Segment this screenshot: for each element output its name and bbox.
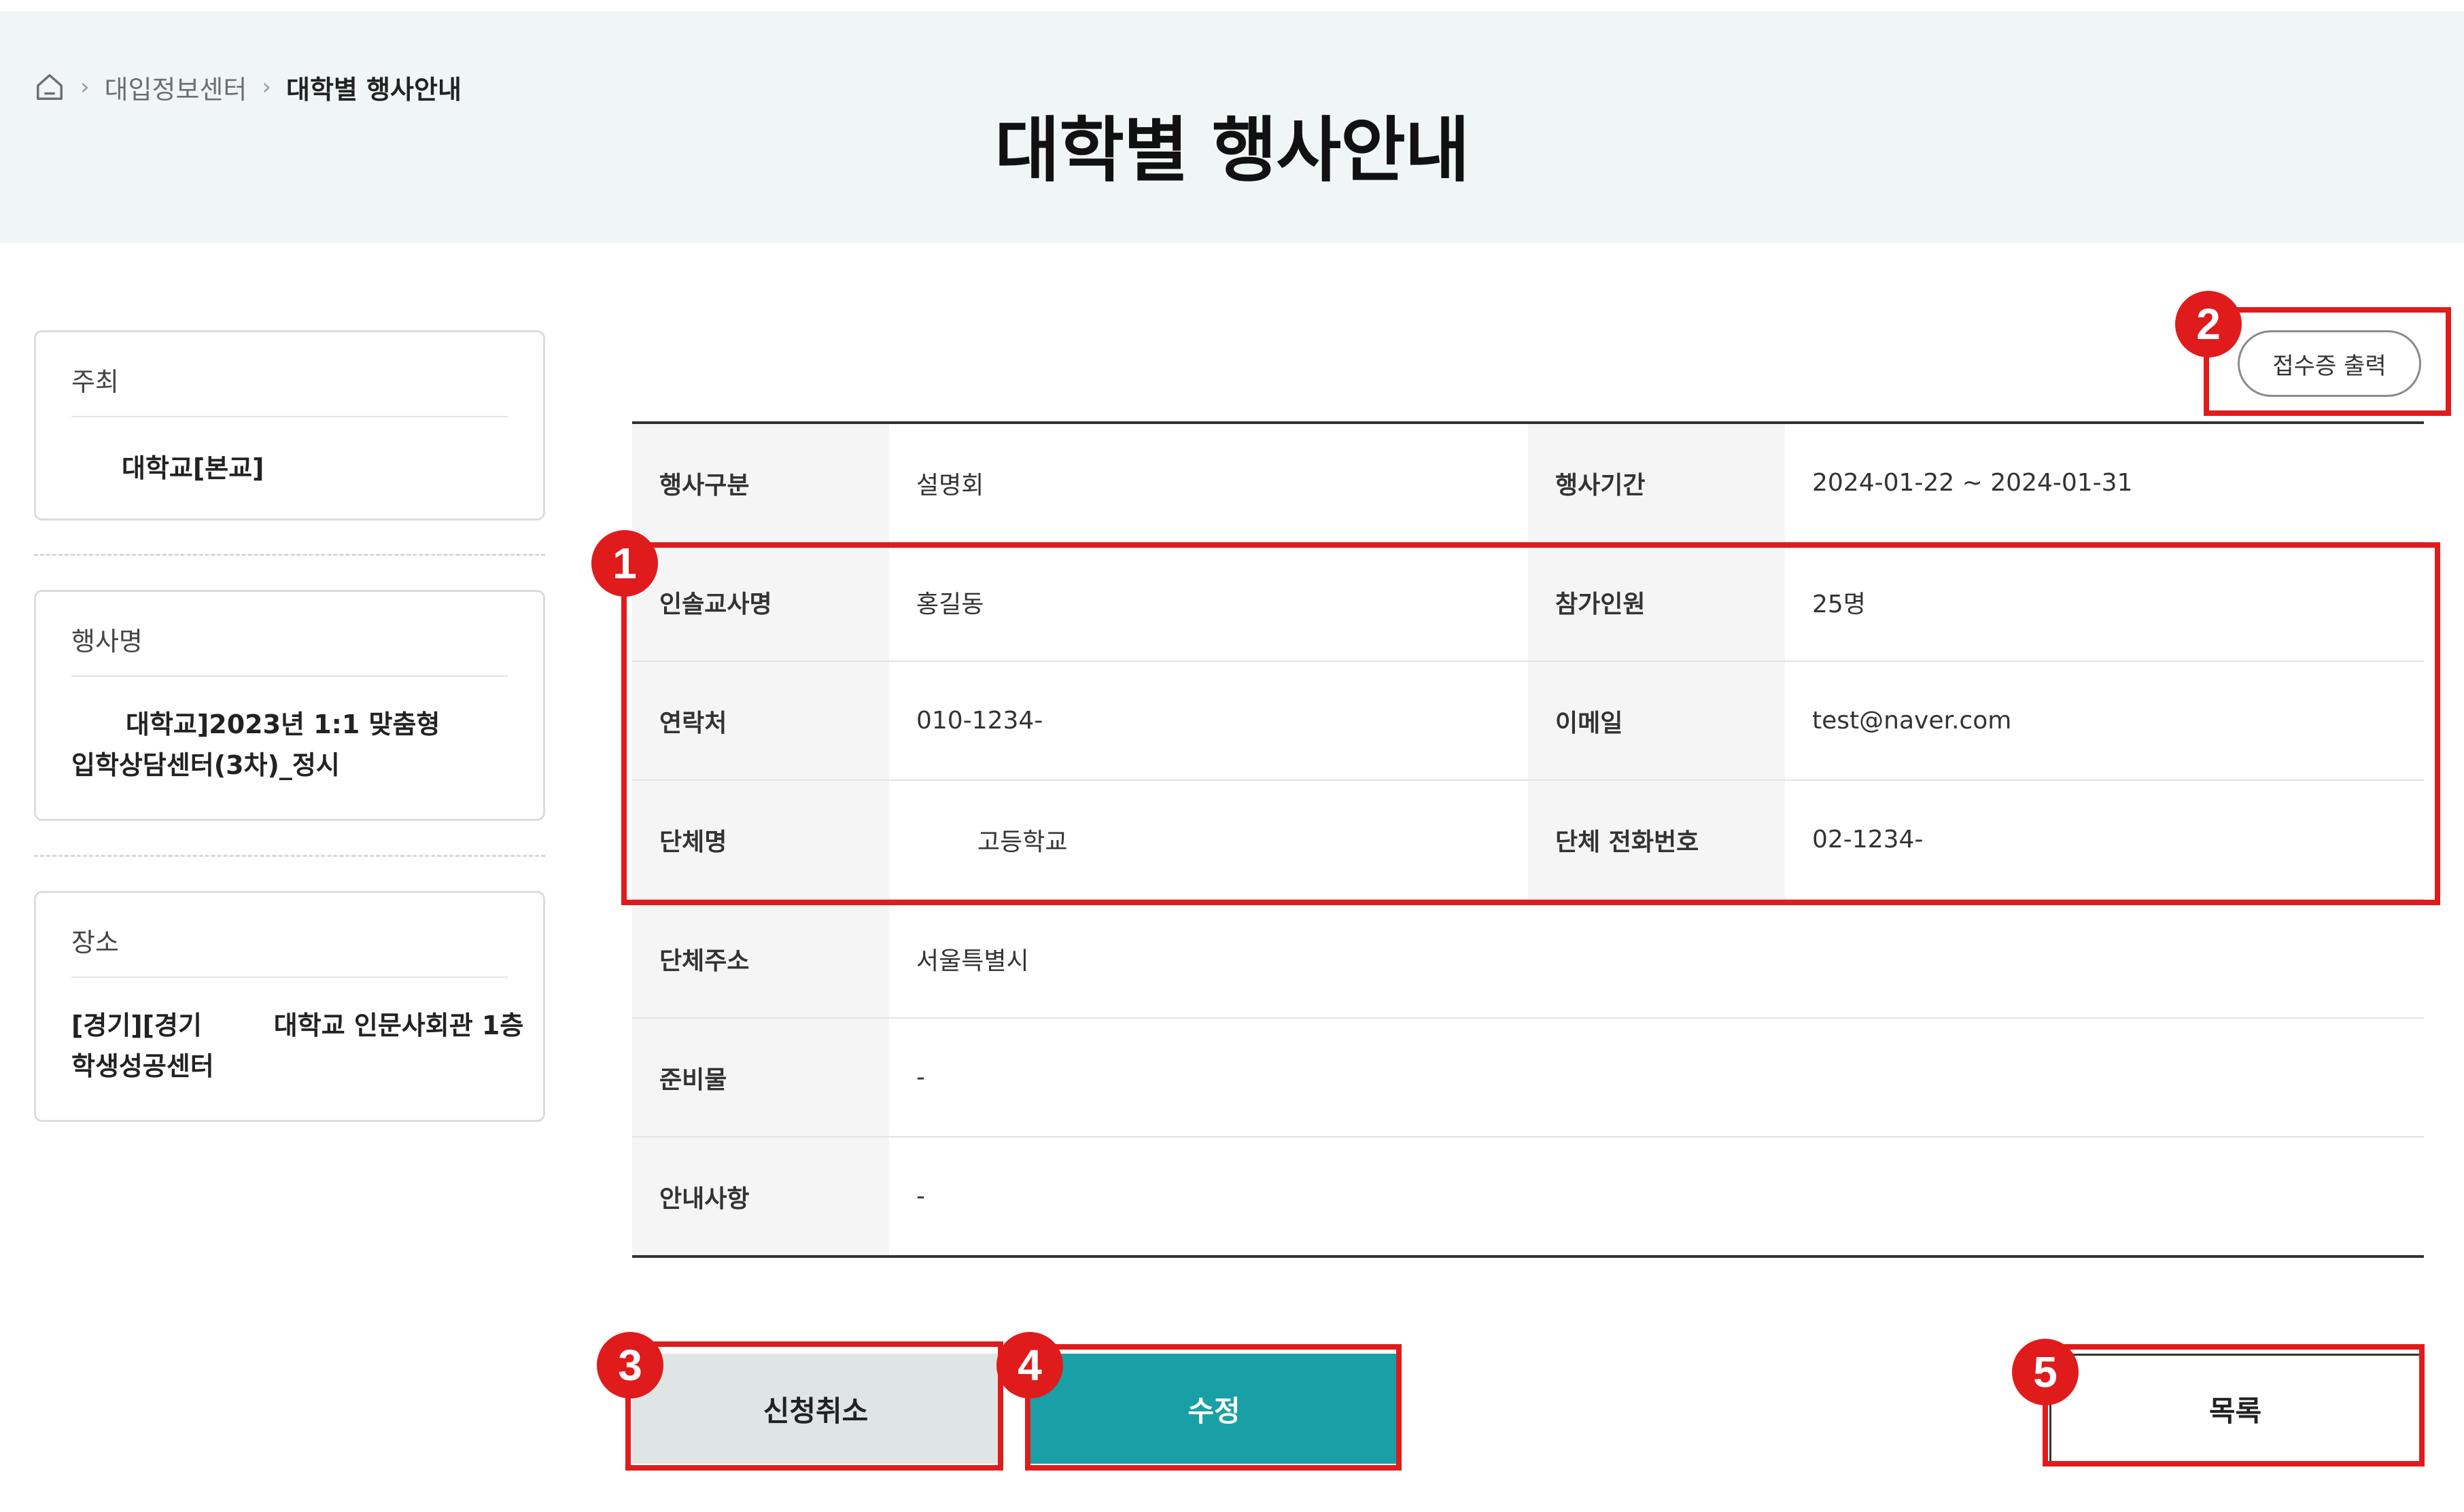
dashed-divider — [34, 554, 545, 556]
event-type-value: 설명회 — [916, 471, 984, 499]
host-card: 주최 대학교[본교] — [34, 330, 545, 521]
page-title: 대학별 행사안내 — [994, 109, 1470, 192]
event-name-value: 대학교]2023년 1:1 맞춤형 입학상담센터(3차)_정시 — [71, 704, 516, 786]
annotation-badge-4: 4 — [996, 1332, 1063, 1399]
supplies-label: 준비물 — [632, 1019, 889, 1136]
annotation-badge-3: 3 — [597, 1332, 663, 1399]
table-row: 안내사항 - — [632, 1138, 2424, 1255]
dashed-divider — [34, 855, 545, 857]
place-card: 장소 [경기][경기 대학교 인문사회관 1층 학생성공센터 — [34, 891, 545, 1122]
annotation-box-1 — [621, 542, 2440, 905]
table-row: 단체주소 서울특별시 — [632, 900, 2424, 1019]
group-address-value: 서울특별시 — [916, 947, 1029, 975]
notice-label: 안내사항 — [632, 1138, 889, 1255]
annotation-box-4 — [1025, 1344, 1402, 1471]
table-row: 행사구분 설명회 행사기간 2024-01-22 ~ 2024-01-31 — [632, 424, 2424, 543]
event-type-label: 행사구분 — [632, 424, 889, 542]
place-line: 학생성공센터 — [71, 1051, 214, 1081]
event-name-line: 입학상담센터(3차)_정시 — [71, 750, 340, 780]
divider — [71, 416, 508, 417]
annotation-box-3 — [625, 1341, 1003, 1471]
divider — [71, 675, 508, 677]
annotation-badge-5: 5 — [2012, 1339, 2079, 1405]
place-value: [경기][경기 대학교 인문사회관 1층 학생성공센터 — [71, 1005, 524, 1087]
page-header: › 대입정보센터 › 대학별 행사안내 대학별 행사안내 — [0, 11, 2464, 243]
place-label: 장소 — [71, 928, 119, 957]
group-address-label: 단체주소 — [632, 900, 889, 1017]
supplies-value: - — [916, 1063, 925, 1091]
annotation-badge-2: 2 — [2175, 291, 2242, 357]
place-line: [경기][경기 대학교 인문사회관 1층 — [71, 1010, 524, 1040]
annotation-badge-1: 1 — [591, 530, 658, 597]
event-period-value: 2024-01-22 ~ 2024-01-31 — [1812, 469, 2133, 497]
table-row: 준비물 - — [632, 1019, 2424, 1138]
event-period-label: 행사기간 — [1528, 424, 1785, 542]
event-name-label: 행사명 — [71, 627, 143, 656]
notice-value: - — [916, 1182, 925, 1210]
host-value: 대학교[본교] — [122, 453, 264, 483]
annotation-box-5 — [2043, 1344, 2425, 1466]
host-label: 주최 — [71, 367, 119, 397]
event-name-card: 행사명 대학교]2023년 1:1 맞춤형 입학상담센터(3차)_정시 — [34, 590, 545, 821]
divider — [71, 977, 508, 978]
event-name-line: 대학교]2023년 1:1 맞춤형 — [126, 709, 440, 739]
